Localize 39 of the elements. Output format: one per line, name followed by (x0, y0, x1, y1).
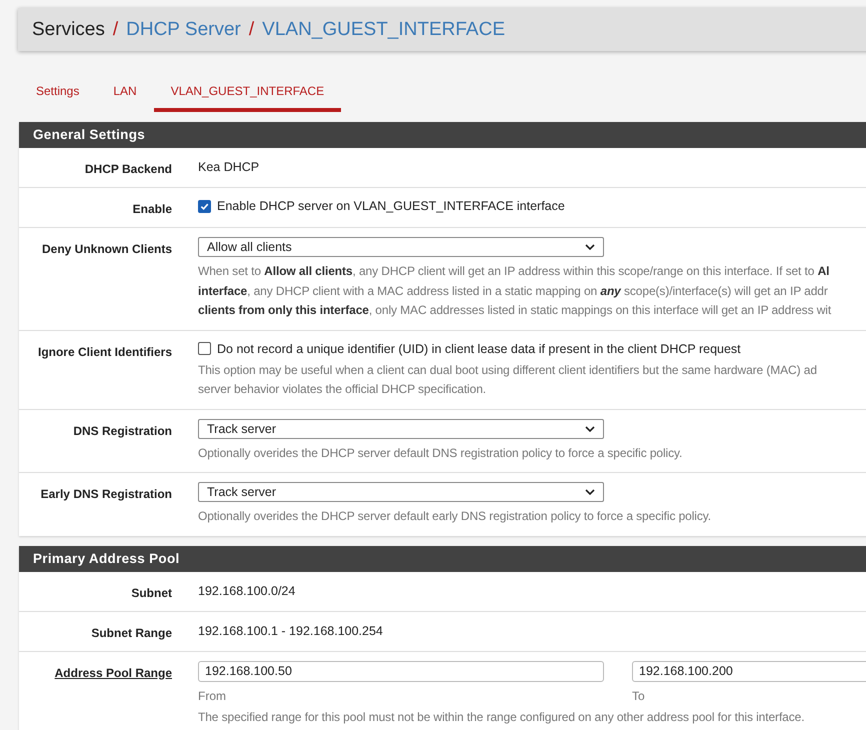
field-label: Deny Unknown Clients (42, 242, 172, 256)
help-text: Optionally overides the DHCP server default DNS registration policy to force a specific policy. (198, 444, 684, 462)
field-value: 192.168.100.0/24 (198, 582, 296, 598)
breadcrumb-separator: / (248, 18, 254, 40)
field-label: Early DNS Registration (40, 487, 172, 501)
checkbox[interactable] (198, 200, 211, 212)
tab[interactable]: LAN (96, 77, 154, 112)
chevron-down-icon (585, 489, 595, 495)
panel-heading: General Settings (19, 122, 866, 148)
dropdown[interactable]: Track server (198, 482, 604, 502)
checkbox-label: Enable DHCP server on VLAN_GUEST_INTERFACE interface (217, 199, 565, 213)
field-value: Kea DHCP (198, 159, 260, 174)
dropdown[interactable]: Track server (198, 418, 604, 438)
help-text: When set to Allow all clients, any DHCP client will get an IP address within this scope/range on this interface. If set to Al interface, any DHCP client with a MAC address listed in a static mapping on any scope(s)/interface(s) will get an IP addr clients from only this interface, only MAC addresses listed in static mappings on this interface will get an IP address wit (198, 263, 832, 319)
field-label: Enable (132, 202, 172, 216)
breadcrumb-text: Services (32, 18, 105, 40)
field-label[interactable]: Address Pool Range (54, 666, 172, 680)
help-text: The specified range for this pool must not be within the range configured on any other address pool for this interface. (198, 708, 806, 726)
field-caption: To (632, 688, 646, 702)
input-field[interactable]: 192.168.100.200 (632, 660, 866, 682)
breadcrumb-separator: / (112, 18, 118, 40)
checkbox-label: Do not record a unique identifier (UID) in client lease data if present in the client DHCP request (217, 342, 741, 356)
help-text: This option may be useful when a client can dual boot using different client identifiers but the same hardware (MAC) ad server behavior violates the official DHCP specification. (198, 362, 818, 398)
input-field[interactable]: 192.168.100.50 (198, 660, 604, 682)
dropdown[interactable]: Allow all clients (198, 237, 604, 257)
field-caption: From (198, 688, 227, 702)
checkbox[interactable] (198, 342, 211, 355)
field-label: DHCP Backend (84, 162, 172, 176)
panel-heading: Primary Address Pool (19, 546, 866, 572)
chevron-down-icon (585, 244, 595, 250)
field-label: Subnet Range (91, 626, 172, 640)
tab[interactable]: VLAN_GUEST_INTERFACE (154, 77, 342, 112)
field-label: DNS Registration (73, 424, 172, 438)
help-text: Optionally overides the DHCP server default early DNS registration policy to force a specific policy. (198, 508, 712, 525)
tab[interactable]: Settings (19, 77, 96, 112)
field-label: Ignore Client Identifiers (38, 344, 172, 358)
chevron-down-icon (585, 426, 595, 432)
field-value: 192.168.100.1 - 192.168.100.254 (198, 622, 383, 638)
field-label: Subnet (131, 586, 172, 600)
